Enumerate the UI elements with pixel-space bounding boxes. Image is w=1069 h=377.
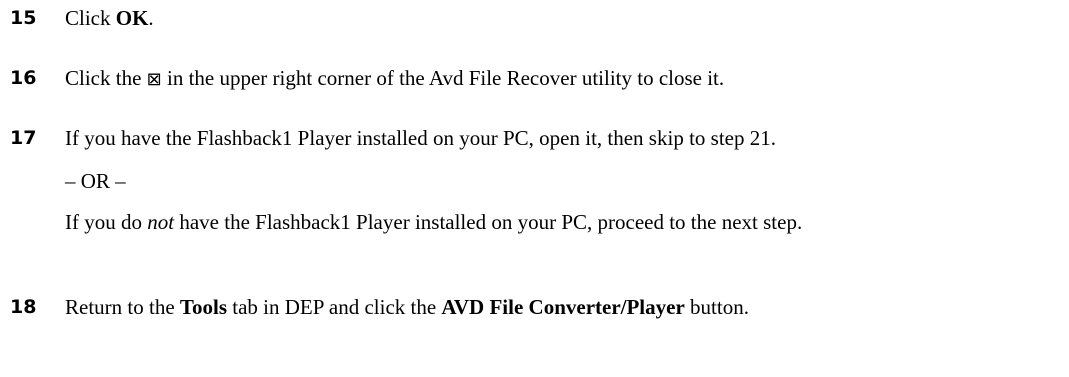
step-number: 18 — [10, 296, 37, 318]
step-number: 15 — [10, 7, 37, 29]
alt-text-emphasis: not — [147, 210, 175, 234]
converter-button-label: AVD File Converter/Player — [441, 295, 685, 319]
step-17-alternative: If you do not have the Flashback1 Player… — [65, 209, 1065, 236]
step-text-pre: Click the — [65, 66, 147, 90]
step-text: If you have the Flashback1 Player instal… — [65, 126, 776, 150]
alt-text-pre: If you do — [65, 210, 148, 234]
or-separator: – OR – — [65, 169, 126, 193]
tools-tab-label: Tools — [179, 295, 227, 319]
step-number: 17 — [10, 127, 37, 149]
step-text: Click the ⊠ in the upper right corner of… — [65, 66, 1065, 92]
step-text-pre: Return to the — [65, 295, 180, 319]
step-text-pre: Click — [65, 6, 116, 30]
step-text-mid: tab in DEP and click the — [227, 295, 442, 319]
step-number: 16 — [10, 67, 37, 89]
step-text: Click OK. — [65, 6, 1065, 30]
step-text-post: . — [148, 6, 154, 30]
close-box-icon: ⊠ — [146, 69, 162, 90]
ok-label: OK — [115, 6, 149, 30]
step-text: Return to the Tools tab in DEP and click… — [65, 295, 1065, 319]
alt-text-post: have the Flashback1 Player installed on … — [174, 210, 803, 234]
step-text-post: button. — [684, 295, 749, 319]
step-text-post: in the upper right corner of the Avd Fil… — [161, 66, 725, 90]
